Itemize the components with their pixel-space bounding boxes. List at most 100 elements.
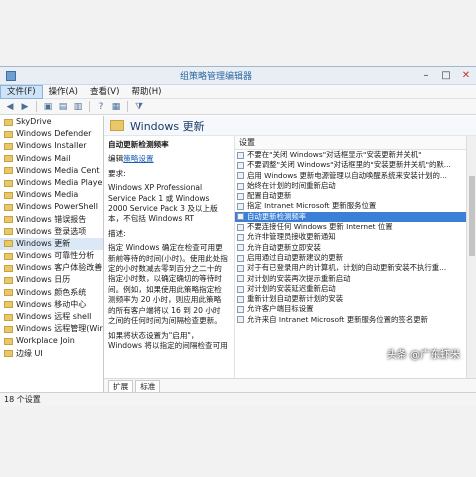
back-icon[interactable]: ◀ [4, 101, 16, 113]
folder-icon [4, 337, 13, 345]
view-tabs: 扩展 标准 [104, 378, 476, 392]
maximize-icon[interactable]: □ [436, 67, 456, 85]
policy-icon [237, 203, 244, 211]
folder-icon [4, 289, 13, 297]
tree-item-windows-update[interactable]: Windows 更新 [0, 237, 103, 251]
tree-item[interactable]: 边缘 UI [0, 348, 103, 360]
setting-row[interactable]: 不要调整"关闭 Windows"对话框里的"安装更新并关机"的默... [235, 160, 466, 170]
tree-item[interactable]: Windows 移动中心 [0, 299, 103, 311]
setting-row[interactable]: 指定 Intranet Microsoft 更新服务位置 [235, 201, 466, 211]
minimize-icon[interactable]: – [416, 67, 436, 85]
folder-icon [4, 313, 13, 321]
folder-icon [4, 118, 13, 126]
folder-icon [4, 277, 13, 285]
tree-item[interactable]: Windows 远程 shell [0, 311, 103, 323]
folder-icon [4, 130, 13, 138]
setting-row[interactable]: 不要连接任何 Windows 更新 Internet 位置 [235, 222, 466, 232]
setting-row[interactable]: 启用 Windows 更新电源管理以自动唤醒系统来安装计划的... [235, 171, 466, 181]
tree-item-label: Windows Media [16, 190, 79, 200]
tab-extended[interactable]: 扩展 [108, 380, 134, 392]
setting-row[interactable]: 对于有已登录用户的计算机，计划的自动更新安装不执行重... [235, 263, 466, 273]
tree-item-label: Windows Media Cent [16, 165, 100, 175]
show-hide-tree-icon[interactable]: ▤ [57, 101, 69, 113]
watermark: 头条 @广东虾米 [386, 350, 460, 361]
tree-item[interactable]: Windows 客户体验改善 [0, 262, 103, 274]
policy-icon [237, 234, 244, 242]
edit-prefix: 编辑 [108, 154, 124, 164]
filter-icon[interactable]: ⧩ [133, 101, 145, 113]
tree-item[interactable]: Windows 颜色系统 [0, 287, 103, 299]
tree-item[interactable]: Windows Media Cent [0, 165, 103, 177]
help-icon[interactable]: ? [95, 101, 107, 113]
setting-label: 不要调整"关闭 Windows"对话框里的"安装更新并关机"的默... [247, 160, 451, 170]
tree-item-label: Windows 可靠性分析 [16, 251, 95, 261]
tab-standard[interactable]: 标准 [135, 380, 161, 392]
setting-row-selected[interactable]: 自动更新检测频率 [235, 211, 466, 223]
folder-up-icon[interactable]: ▣ [42, 101, 54, 113]
tree-item-label: Windows 登录选项 [16, 226, 87, 236]
tree-item[interactable]: Windows Installer [0, 140, 103, 152]
tree-item[interactable]: Windows 登录选项 [0, 226, 103, 238]
properties-icon[interactable]: ▦ [110, 101, 122, 113]
toolbar: ◀ ▶ ▣ ▤ ▥ ? ▦ ⧩ [0, 99, 476, 115]
toolbar-separator [89, 101, 90, 112]
column-header-setting[interactable]: 设置 [235, 136, 466, 150]
tree-item[interactable]: Windows Media Playe [0, 177, 103, 189]
tree-item[interactable]: Windows 日历 [0, 274, 103, 286]
export-list-icon[interactable]: ▥ [72, 101, 84, 113]
menu-bar: 文件(F) 操作(A) 查看(V) 帮助(H) [0, 84, 476, 99]
setting-label: 允许来自 Intranet Microsoft 更新服务位置的签名更新 [247, 314, 428, 324]
setting-row[interactable]: 启用通过自动更新建议的更新 [235, 253, 466, 263]
setting-label: 对于有已登录用户的计算机，计划的自动更新安装不执行重... [247, 263, 447, 273]
setting-label: 自动更新检测频率 [247, 211, 307, 221]
setting-row[interactable]: 始终在计划的时间重新启动 [235, 181, 466, 191]
app-icon [6, 70, 16, 81]
tree-item[interactable]: Windows Mail [0, 153, 103, 165]
setting-row[interactable]: 允许自动更新立即安装 [235, 243, 466, 253]
folder-icon [4, 325, 13, 333]
menu-help[interactable]: 帮助(H) [125, 85, 167, 99]
policy-icon [237, 244, 244, 252]
setting-label: 对计划的安装延迟重新启动 [247, 283, 336, 293]
tree-item-label: Windows 更新 [16, 238, 71, 248]
tree-item-label: Windows 移动中心 [16, 299, 87, 309]
edit-policy-link[interactable]: 策略设置 [123, 154, 153, 163]
setting-row[interactable]: 重新计划自动更新计划的安装 [235, 294, 466, 304]
setting-row[interactable]: 不要在"关闭 Windows"对话框显示"安装更新并关机" [235, 150, 466, 160]
setting-label: 配置自动更新 [247, 191, 292, 201]
folder-icon [4, 301, 13, 309]
folder-icon [4, 191, 13, 199]
tree-item-label: Windows 客户体验改善 [16, 263, 103, 273]
folder-icon [4, 179, 13, 187]
setting-label: 重新计划自动更新计划的安装 [247, 294, 344, 304]
menu-view[interactable]: 查看(V) [84, 85, 125, 99]
setting-row[interactable]: 对计划的安装延迟重新启动 [235, 284, 466, 294]
setting-row[interactable]: 允许来自 Intranet Microsoft 更新服务位置的签名更新 [235, 315, 466, 325]
menu-file[interactable]: 文件(F) [0, 84, 43, 99]
setting-row[interactable]: 配置自动更新 [235, 191, 466, 201]
folder-icon [4, 228, 13, 236]
tree-item[interactable]: Windows 错误报告 [0, 214, 103, 226]
tree-item-label: 边缘 UI [16, 348, 43, 358]
setting-row[interactable]: 允许非管理员接收更新通知 [235, 232, 466, 242]
setting-row[interactable]: 对计划的安装再次提示重新启动 [235, 274, 466, 284]
tree-item[interactable]: Workplace Join [0, 335, 103, 347]
tree-item[interactable]: Windows Media [0, 189, 103, 201]
tree-item[interactable]: Windows Defender [0, 128, 103, 140]
policy-icon [237, 285, 244, 293]
tree-item[interactable]: Windows PowerShell [0, 201, 103, 213]
tree-item[interactable]: SkyDrive [0, 116, 103, 128]
scrollbar-thumb[interactable] [469, 176, 475, 256]
setting-row[interactable]: 允许客户端目标设置 [235, 304, 466, 314]
policy-icon [237, 264, 244, 272]
close-icon[interactable]: ✕ [456, 67, 476, 85]
tree-item[interactable]: Windows 远程管理(Wir [0, 323, 103, 335]
edit-policy-line: 编辑策略设置 [108, 154, 228, 164]
settings-scrollbar[interactable] [466, 136, 476, 378]
tree-item[interactable]: Windows 可靠性分析 [0, 250, 103, 262]
forward-icon[interactable]: ▶ [19, 101, 31, 113]
requirements-text: Windows XP Professional Service Pack 1 或… [108, 183, 218, 224]
menu-action[interactable]: 操作(A) [43, 85, 84, 99]
policy-icon [237, 316, 244, 324]
setting-label: 始终在计划的时间重新启动 [247, 180, 336, 190]
